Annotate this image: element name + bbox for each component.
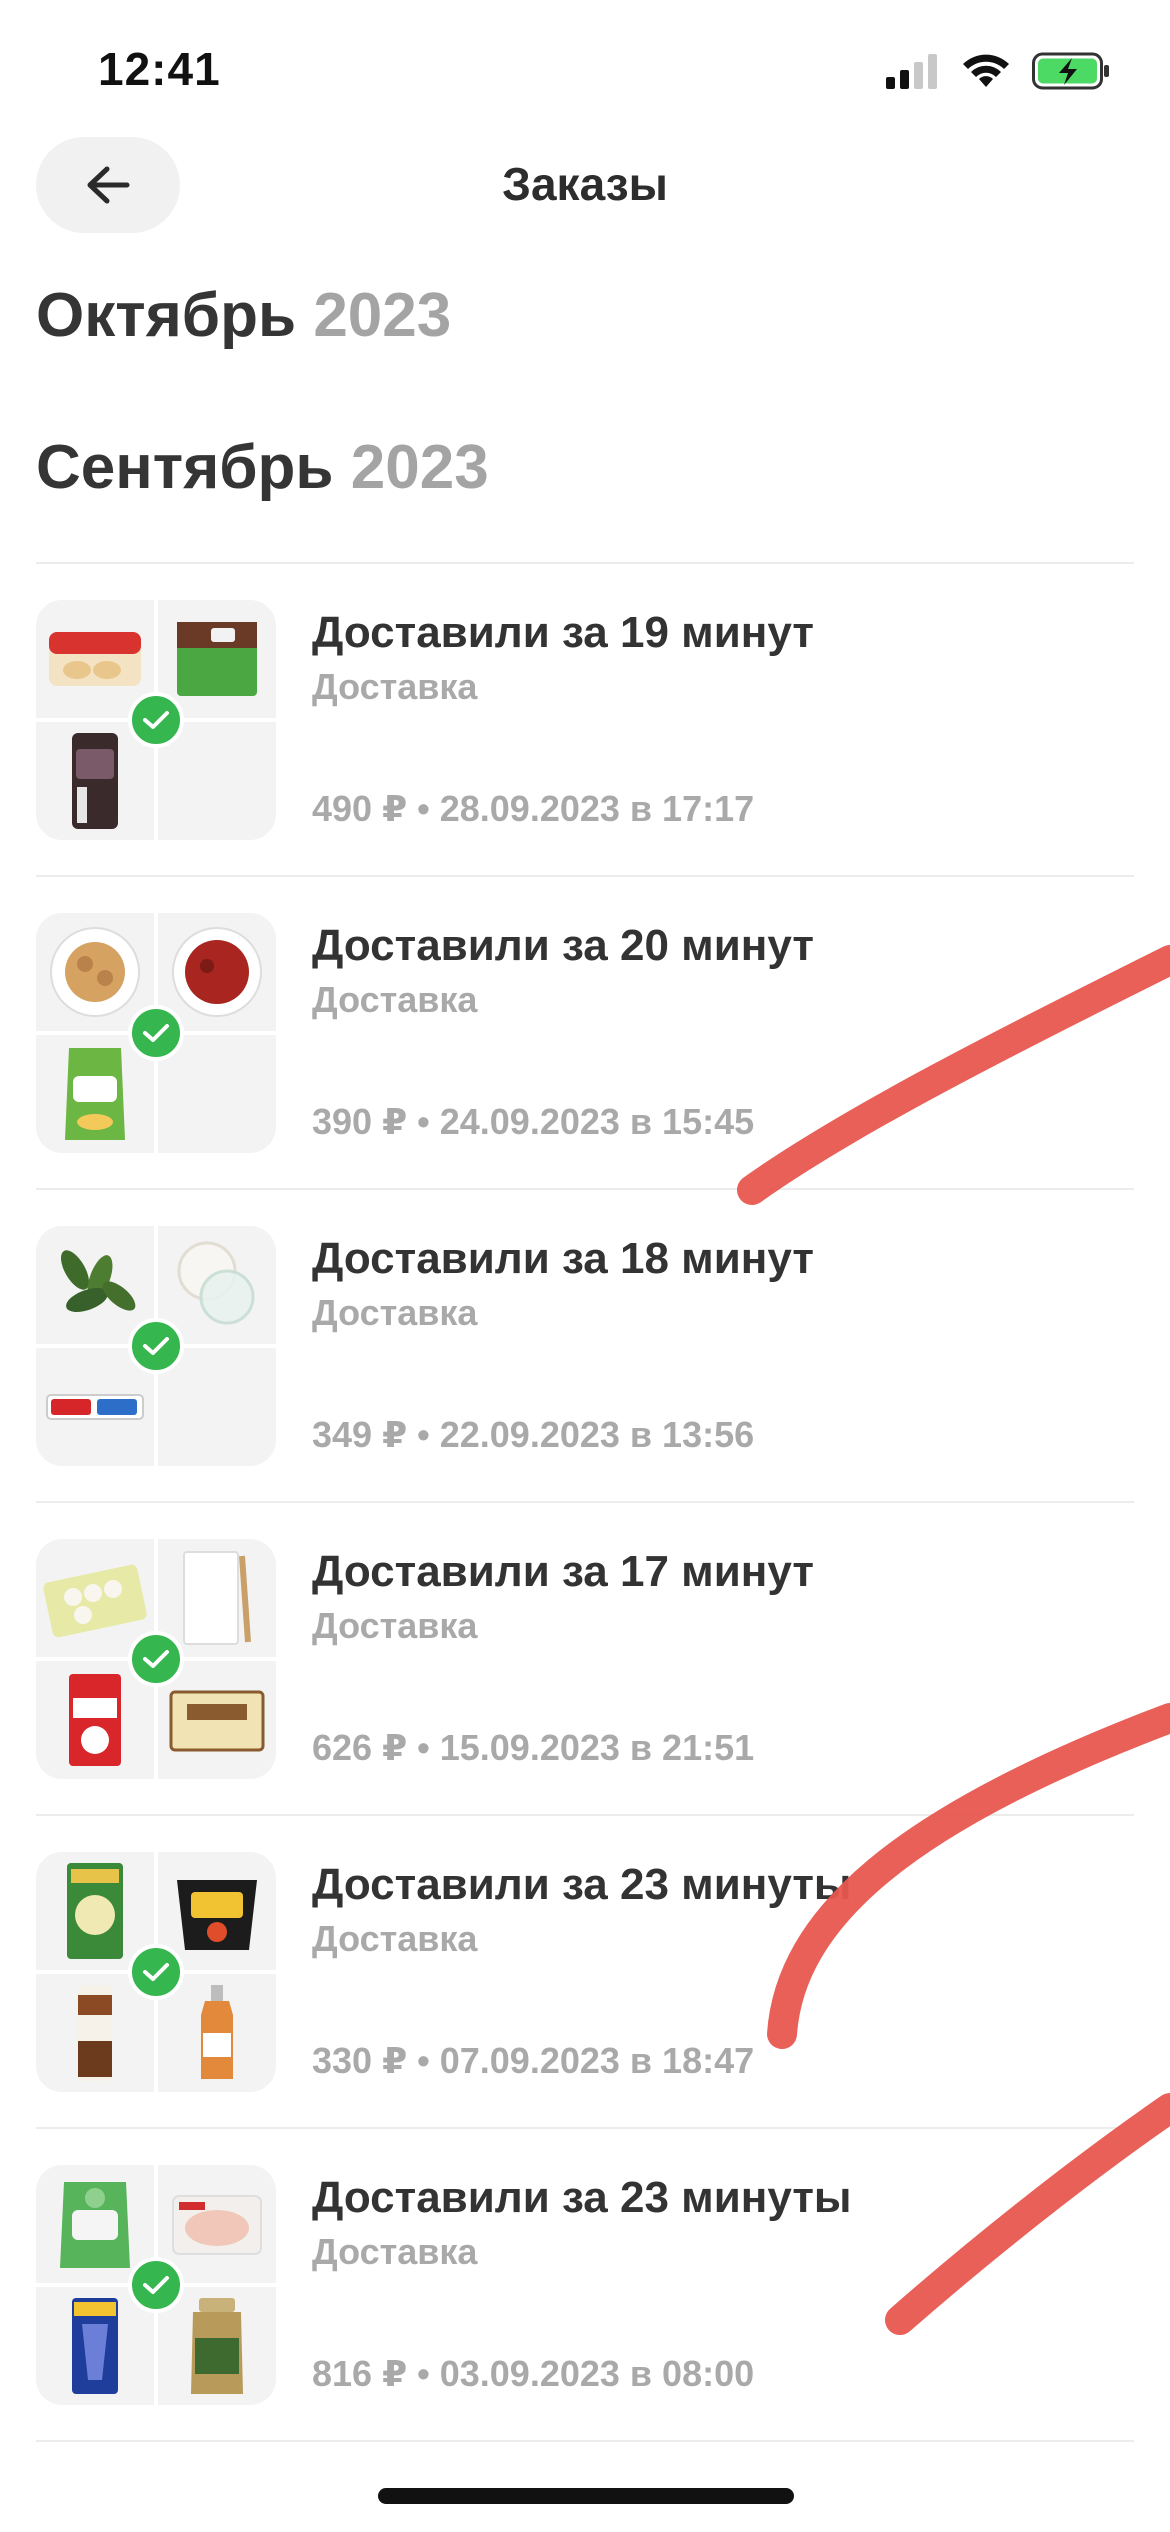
order-row[interactable]: Доставили за 23 минуты Доставка 330 ₽ • 07… [36,1816,1134,2127]
order-date: 28.09.2023 в 17:17 [439,788,755,829]
order-price: 490 ₽ [312,788,408,829]
order-meta: 626 ₽ • 15.09.2023 в 21:51 [312,1727,754,1769]
order-date: 07.09.2023 в 18:47 [439,2040,755,2081]
delivered-badge [128,1318,184,1374]
delivered-badge [128,1005,184,1061]
order-thumbnail [36,1539,276,1779]
month-year: 2023 [313,281,452,350]
month-name: Октябрь [36,281,297,350]
order-type: Доставка [312,2231,478,2272]
order-price: 330 ₽ [312,2040,408,2081]
order-meta: 330 ₽ • 07.09.2023 в 18:47 [312,2040,754,2082]
delivered-badge [128,2257,184,2313]
divider [36,2440,1134,2442]
delivered-badge [128,1944,184,2000]
order-type: Доставка [312,979,478,1020]
order-type: Доставка [312,1605,478,1646]
order-title: Доставили за 17 минут [312,1547,814,1596]
home-indicator[interactable] [378,2488,794,2504]
delivered-badge [128,1631,184,1687]
meta-separator: • [417,1414,430,1455]
order-thumbnail [36,600,276,840]
status-icons [886,52,1112,90]
order-price: 816 ₽ [312,2353,408,2394]
check-icon [143,1963,169,1981]
meta-separator: • [417,1727,430,1768]
order-thumbnail [36,913,276,1153]
check-icon [143,1650,169,1668]
order-title: Доставили за 20 минут [312,921,814,970]
wifi-icon [963,54,1009,87]
order-row[interactable]: Доставили за 18 минут Доставка 349 ₽ • 22.… [36,1190,1134,1501]
order-date: 15.09.2023 в 21:51 [439,1727,755,1768]
order-row[interactable]: Доставили за 23 минуты Доставка 816 ₽ • 03… [36,2129,1134,2440]
order-title: Доставили за 23 минуты [312,2173,852,2222]
order-price: 349 ₽ [312,1414,408,1455]
order-thumbnail [36,2165,276,2405]
month-year: 2023 [350,433,489,502]
order-title: Доставили за 18 минут [312,1234,814,1283]
order-date: 24.09.2023 в 15:45 [439,1101,755,1142]
status-time: 12:41 [98,43,221,95]
order-type: Доставка [312,1918,478,1959]
order-row[interactable]: Доставили за 19 минут Доставка 490 ₽ • 28.… [36,564,1134,875]
order-title: Доставили за 23 минуты [312,1860,852,1909]
order-type: Доставка [312,666,478,707]
order-row[interactable]: Доставили за 17 минут Доставка 626 ₽ • 15.… [36,1503,1134,1814]
month-heading-september: Сентябрь 2023 [36,432,489,503]
order-thumbnail [36,1226,276,1466]
check-icon [143,1024,169,1042]
order-meta: 349 ₽ • 22.09.2023 в 13:56 [312,1414,754,1456]
battery-charging-icon [1032,52,1109,90]
orders-list: Доставили за 19 минут Доставка 490 ₽ • 28.… [36,562,1134,2442]
order-row[interactable]: Доставили за 20 минут Доставка 390 ₽ • 24.… [36,877,1134,1188]
delivered-badge [128,692,184,748]
month-name: Сентябрь [36,433,334,502]
order-title: Доставили за 19 минут [312,608,814,657]
order-thumbnail [36,1852,276,2092]
meta-separator: • [417,2353,430,2394]
check-icon [143,2276,169,2294]
order-price: 626 ₽ [312,1727,408,1768]
meta-separator: • [417,1101,430,1142]
order-meta: 490 ₽ • 28.09.2023 в 17:17 [312,788,754,830]
meta-separator: • [417,2040,430,2081]
order-date: 22.09.2023 в 13:56 [439,1414,755,1455]
order-date: 03.09.2023 в 08:00 [439,2353,755,2394]
order-meta: 816 ₽ • 03.09.2023 в 08:00 [312,2353,754,2395]
meta-separator: • [417,788,430,829]
order-type: Доставка [312,1292,478,1333]
page-title: Заказы [502,158,668,210]
check-icon [143,1337,169,1355]
order-price: 390 ₽ [312,1101,408,1142]
month-heading-october: Октябрь 2023 [36,280,451,351]
cellular-signal-icon [886,54,937,89]
header: Заказы [0,135,1170,240]
status-bar: 12:41 [0,0,1170,140]
order-meta: 390 ₽ • 24.09.2023 в 15:45 [312,1101,754,1143]
check-icon [143,711,169,729]
